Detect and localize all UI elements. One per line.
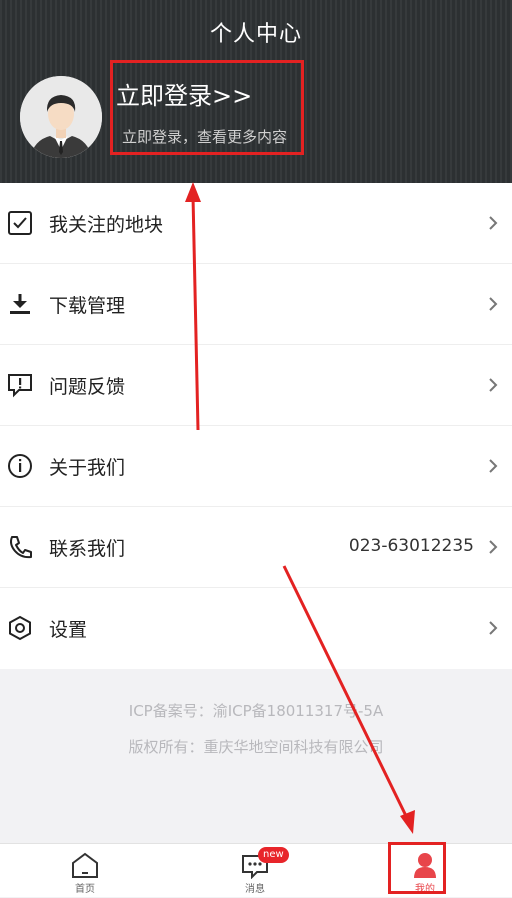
download-icon [10, 294, 30, 314]
contact-phone-number[interactable]: 023-63012235 [349, 536, 474, 556]
menu-item-about-us[interactable]: 关于我们 [0, 426, 512, 507]
chevron-right-icon [489, 378, 498, 392]
menu-list: 我关注的地块 下载管理 问题反馈 关于我们 联系我们 023-63012235 … [0, 183, 512, 669]
home-icon [72, 852, 98, 878]
annotation-highlight-profile-tab [388, 842, 446, 894]
info-icon [8, 454, 32, 478]
chevron-right-icon [489, 297, 498, 311]
avatar-person-icon [20, 76, 102, 158]
profile-header: 个人中心 立即登录>> 立即登录，查看更多内容 [0, 0, 512, 183]
menu-item-label: 关于我们 [49, 457, 126, 479]
icp-license: ICP备案号：渝ICP备18011317号-5A [128, 702, 384, 720]
annotation-highlight-login [110, 60, 304, 155]
menu-item-label: 下载管理 [49, 295, 126, 317]
tab-messages[interactable]: 消息 [170, 844, 340, 898]
new-badge: new [258, 847, 289, 863]
feedback-icon [8, 374, 32, 398]
chevron-right-icon [489, 216, 498, 230]
menu-item-label: 问题反馈 [49, 376, 126, 398]
chevron-right-icon [489, 621, 498, 635]
menu-item-download-manager[interactable]: 下载管理 [0, 264, 512, 345]
menu-item-label: 设置 [49, 619, 88, 641]
chevron-right-icon [489, 540, 498, 554]
avatar[interactable] [20, 76, 102, 158]
phone-icon [10, 536, 32, 559]
footer-info: ICP备案号：渝ICP备18011317号-5A 版权所有：重庆华地空间科技有限… [0, 669, 512, 843]
copyright: 版权所有：重庆华地空间科技有限公司 [128, 738, 384, 756]
chevron-right-icon [489, 459, 498, 473]
menu-item-label: 联系我们 [49, 538, 126, 560]
menu-item-settings[interactable]: 设置 [0, 588, 512, 669]
menu-item-feedback[interactable]: 问题反馈 [0, 345, 512, 426]
menu-item-label: 我关注的地块 [49, 214, 164, 236]
page-title: 个人中心 [209, 22, 302, 47]
tab-label: 首页 [75, 884, 95, 895]
settings-icon [9, 615, 31, 641]
tab-label: 消息 [245, 884, 265, 895]
tab-home[interactable]: 首页 [0, 844, 170, 898]
checkbox-icon [8, 211, 32, 235]
menu-item-contact-us[interactable]: 联系我们 023-63012235 [0, 507, 512, 588]
menu-item-followed-plots[interactable]: 我关注的地块 [0, 183, 512, 264]
